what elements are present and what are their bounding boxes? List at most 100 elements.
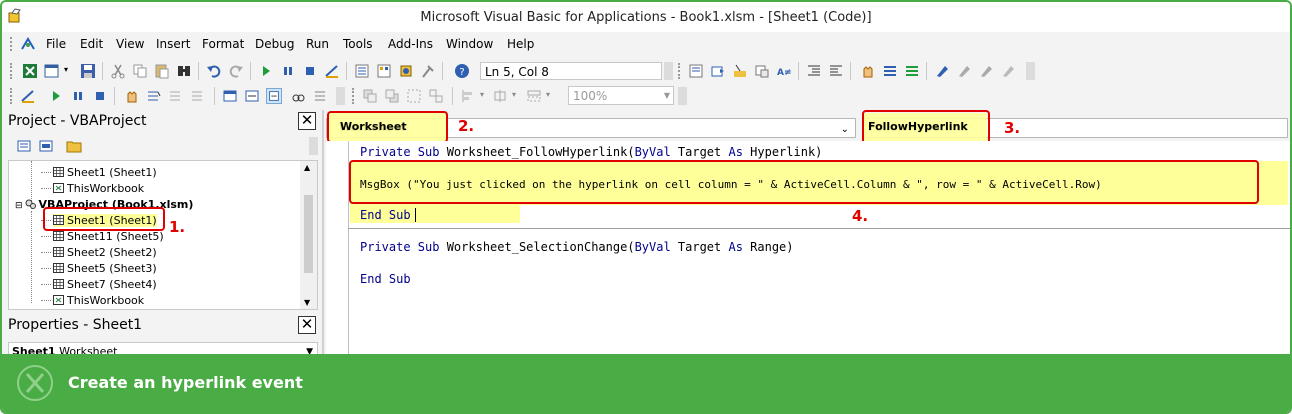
vba-menu-icon[interactable] xyxy=(20,36,36,52)
save-icon[interactable] xyxy=(80,63,96,79)
menu-file[interactable]: File xyxy=(46,37,66,51)
menu-add-ins[interactable]: Add-Ins xyxy=(388,37,433,51)
design-mode-icon[interactable] xyxy=(20,88,36,104)
quick-watch-icon[interactable] xyxy=(290,88,306,104)
object-browser-icon[interactable] xyxy=(398,63,414,79)
list-properties-icon[interactable] xyxy=(688,63,704,79)
tree-item-sheet1-personal[interactable]: Sheet1 (Sheet1) xyxy=(53,166,157,179)
complete-word-icon[interactable]: A≠ xyxy=(776,63,792,79)
list-constants-icon[interactable] xyxy=(710,63,726,79)
excel-view-icon[interactable] xyxy=(22,63,38,79)
menu-run[interactable]: Run xyxy=(306,37,329,51)
toolbar-grip[interactable] xyxy=(352,88,357,104)
zoom-select[interactable]: 100% ▼ xyxy=(568,86,674,105)
make-same-size-icon[interactable] xyxy=(526,88,542,104)
menu-help[interactable]: Help xyxy=(507,37,534,51)
collapse-icon[interactable]: ⊟ xyxy=(15,201,23,211)
toggle-breakpoint-icon[interactable] xyxy=(124,88,140,104)
toggle-bookmark-icon[interactable] xyxy=(934,63,950,79)
menu-insert[interactable]: Insert xyxy=(156,37,190,51)
code-margin[interactable] xyxy=(326,141,349,371)
break-icon[interactable] xyxy=(70,88,86,104)
scroll-down-icon[interactable]: ▼ xyxy=(304,298,310,307)
ungroup-icon[interactable] xyxy=(428,88,444,104)
toggle-breakpoint-icon[interactable] xyxy=(860,63,876,79)
toggle-folders-icon[interactable] xyxy=(66,138,82,154)
project-tree-scrollbar[interactable]: ▲ ▼ xyxy=(300,161,317,309)
toolbox-icon[interactable] xyxy=(420,63,436,79)
locals-window-icon[interactable] xyxy=(222,88,238,104)
menu-view[interactable]: View xyxy=(116,37,144,51)
menu-window[interactable]: Window xyxy=(446,37,493,51)
menu-tools[interactable]: Tools xyxy=(343,37,373,51)
insert-dropdown-icon[interactable]: ▾ xyxy=(64,65,68,74)
pane-splitter[interactable] xyxy=(322,110,324,370)
toolbar-overflow-button[interactable] xyxy=(336,87,345,105)
view-code-icon[interactable] xyxy=(16,138,32,154)
outdent-icon[interactable] xyxy=(828,63,844,79)
paste-icon[interactable] xyxy=(154,63,170,79)
align-dropdown-icon[interactable]: ▾ xyxy=(480,90,484,99)
comment-block-icon[interactable] xyxy=(882,63,898,79)
cut-icon[interactable] xyxy=(110,63,126,79)
properties-close-button[interactable]: ✕ xyxy=(298,316,316,334)
break-icon[interactable] xyxy=(280,63,296,79)
quick-info-icon[interactable] xyxy=(732,63,748,79)
toolbar-overflow-button[interactable] xyxy=(309,137,318,155)
parameter-info-icon[interactable] xyxy=(754,63,770,79)
menu-edit[interactable]: Edit xyxy=(80,37,103,51)
send-to-back-icon[interactable] xyxy=(384,88,400,104)
project-explorer-icon[interactable] xyxy=(354,63,370,79)
run-icon[interactable] xyxy=(258,63,274,79)
previous-bookmark-icon[interactable] xyxy=(978,63,994,79)
step-into-icon[interactable] xyxy=(146,88,162,104)
toolbar-overflow-button[interactable] xyxy=(1026,62,1035,80)
window-title: Microsoft Visual Basic for Applications … xyxy=(420,10,872,25)
center-icon[interactable] xyxy=(492,88,508,104)
find-icon[interactable] xyxy=(176,63,192,79)
run-icon[interactable] xyxy=(48,88,64,104)
scrollbar-thumb[interactable] xyxy=(304,195,313,273)
menu-format[interactable]: Format xyxy=(202,37,244,51)
toolbar-overflow-button[interactable] xyxy=(678,87,687,105)
center-dropdown-icon[interactable]: ▾ xyxy=(512,90,516,99)
next-bookmark-icon[interactable] xyxy=(956,63,972,79)
indent-icon[interactable] xyxy=(806,63,822,79)
immediate-window-icon[interactable] xyxy=(244,88,260,104)
toolbar-grip[interactable] xyxy=(10,88,15,104)
toolbar-grip[interactable] xyxy=(678,63,683,79)
undo-icon[interactable] xyxy=(206,63,222,79)
tree-item-thisworkbook-personal[interactable]: ThisWorkbook xyxy=(53,182,144,195)
align-icon[interactable] xyxy=(460,88,476,104)
call-stack-icon[interactable] xyxy=(312,88,328,104)
design-mode-icon[interactable] xyxy=(324,63,340,79)
tree-item-thisworkbook[interactable]: ThisWorkbook xyxy=(53,294,144,307)
insert-userform-icon[interactable] xyxy=(44,63,60,79)
step-out-icon[interactable] xyxy=(190,88,206,104)
step-over-icon[interactable] xyxy=(168,88,184,104)
bring-to-front-icon[interactable] xyxy=(362,88,378,104)
properties-window-icon[interactable] xyxy=(376,63,392,79)
size-dropdown-icon[interactable]: ▾ xyxy=(546,90,550,99)
tree-item-sheet7[interactable]: Sheet7 (Sheet4) xyxy=(53,278,157,291)
tree-item-sheet2[interactable]: Sheet2 (Sheet2) xyxy=(53,246,157,259)
group-icon[interactable] xyxy=(406,88,422,104)
tree-item-sheet5[interactable]: Sheet5 (Sheet3) xyxy=(53,262,157,275)
annotation-label-2: 2. xyxy=(458,117,475,135)
toolbar-overflow-button[interactable] xyxy=(664,62,673,80)
view-object-icon[interactable] xyxy=(38,138,54,154)
scroll-up-icon[interactable]: ▲ xyxy=(304,163,310,172)
watch-window-icon[interactable] xyxy=(266,88,282,104)
project-explorer-close-button[interactable]: ✕ xyxy=(298,112,316,130)
toolbar-grip[interactable] xyxy=(10,63,15,79)
tree-item-sheet11[interactable]: Sheet11 (Sheet5) xyxy=(53,230,164,243)
menu-debug[interactable]: Debug xyxy=(255,37,294,51)
help-icon[interactable]: ? xyxy=(454,63,470,79)
redo-icon[interactable] xyxy=(228,63,244,79)
menubar-grip[interactable] xyxy=(10,37,15,51)
copy-icon[interactable] xyxy=(132,63,148,79)
reset-icon[interactable] xyxy=(92,88,108,104)
clear-bookmarks-icon[interactable] xyxy=(1000,63,1016,79)
uncomment-block-icon[interactable] xyxy=(904,63,920,79)
reset-icon[interactable] xyxy=(302,63,318,79)
